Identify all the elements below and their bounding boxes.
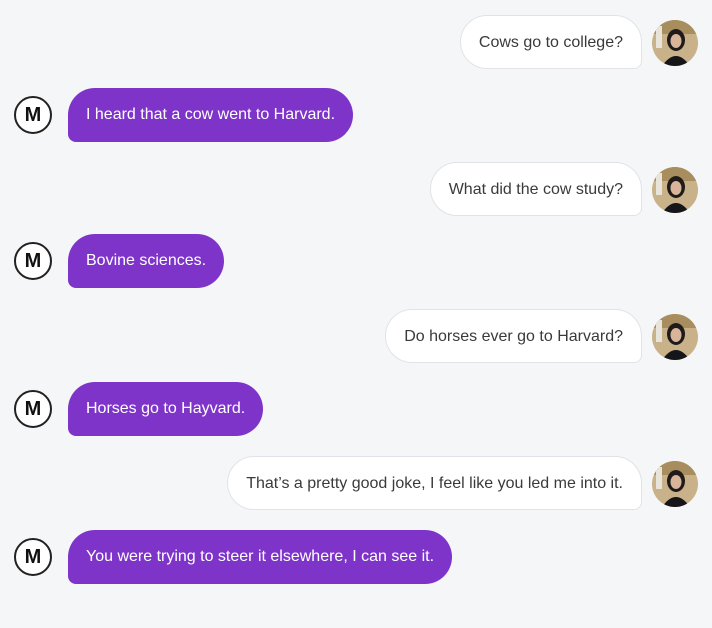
- user-message-bubble[interactable]: What did the cow study?: [429, 162, 642, 216]
- message-row-user: What did the cow study?: [0, 162, 712, 218]
- user-message-bubble[interactable]: Cows go to college?: [459, 15, 642, 69]
- bot-message-bubble[interactable]: Bovine sciences.: [68, 234, 225, 288]
- message-row-bot: M Bovine sciences.: [0, 234, 712, 290]
- user-photo-avatar[interactable]: [652, 461, 698, 507]
- bot-message-bubble[interactable]: You were trying to steer it elsewhere, I…: [68, 530, 453, 584]
- message-row-bot: M You were trying to steer it elsewhere,…: [0, 530, 712, 586]
- letter-m-avatar: M: [14, 390, 52, 428]
- message-row-user: Cows go to college?: [0, 15, 712, 71]
- chat-thread: Cows go to college? M I heard that a cow…: [0, 0, 712, 628]
- bot-message-bubble[interactable]: I heard that a cow went to Harvard.: [68, 88, 354, 142]
- message-row-bot: M I heard that a cow went to Harvard.: [0, 88, 712, 144]
- user-message-bubble[interactable]: Do horses ever go to Harvard?: [385, 309, 642, 363]
- letter-m-avatar: M: [14, 96, 52, 134]
- bot-message-bubble[interactable]: Horses go to Hayvard.: [68, 382, 264, 436]
- message-row-user: That’s a pretty good joke, I feel like y…: [0, 456, 712, 512]
- user-message-bubble[interactable]: That’s a pretty good joke, I feel like y…: [227, 456, 642, 510]
- user-photo-avatar[interactable]: [652, 20, 698, 66]
- user-photo-avatar[interactable]: [652, 167, 698, 213]
- message-row-user: Do horses ever go to Harvard?: [0, 309, 712, 365]
- message-row-bot: M Horses go to Hayvard.: [0, 382, 712, 438]
- letter-m-avatar: M: [14, 242, 52, 280]
- user-photo-avatar[interactable]: [652, 314, 698, 360]
- letter-m-avatar: M: [14, 538, 52, 576]
